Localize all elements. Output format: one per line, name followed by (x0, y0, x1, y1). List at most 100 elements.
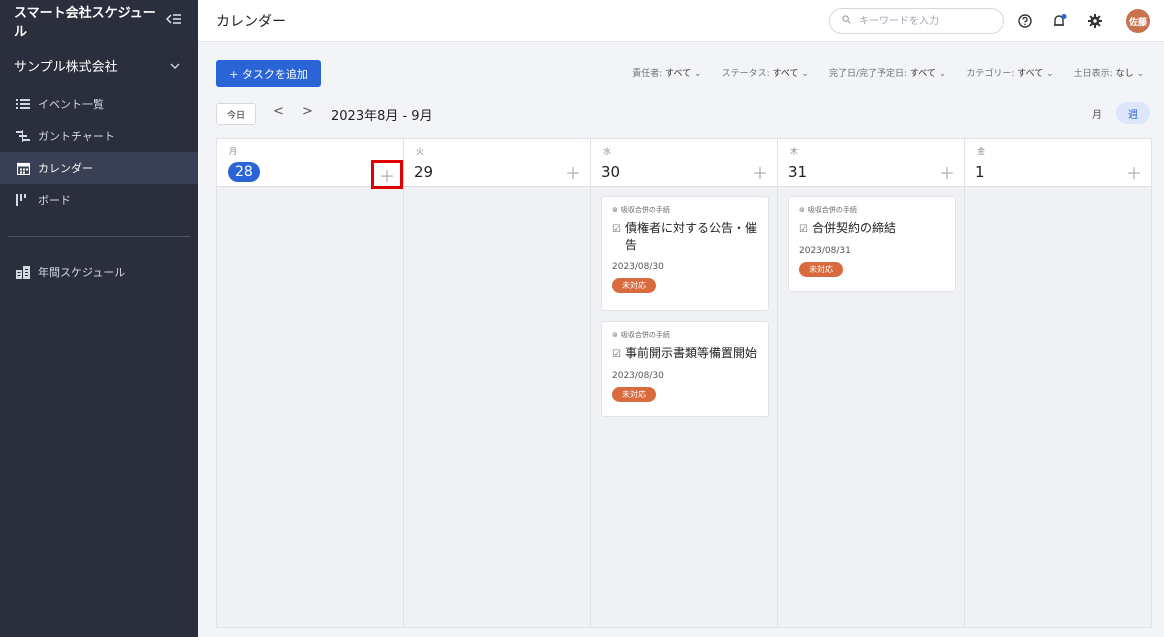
prev-button[interactable]: < (273, 104, 284, 119)
filter-value: すべて (1017, 69, 1044, 79)
app-header: スマート会社スケジュール (0, 0, 198, 42)
board-icon (16, 193, 30, 207)
filter-label: 完了日/完了予定日: (828, 69, 908, 79)
filter-category[interactable]: カテゴリー: すべて ⌄ (966, 66, 1053, 79)
search-box[interactable] (829, 8, 1004, 34)
category-icon: ⊚ (799, 206, 805, 214)
day-number: 30 (601, 163, 621, 181)
status-badge: 未対応 (799, 262, 843, 277)
help-icon[interactable] (1016, 12, 1034, 30)
filter-weekend[interactable]: 土日表示: なし ⌄ (1074, 66, 1144, 79)
sidebar-item-annual-schedule[interactable]: 年間スケジュール (0, 256, 198, 288)
sidebar-item-label: ボード (38, 194, 71, 207)
notification-bell-icon[interactable] (1051, 12, 1069, 30)
card-title: ☑ 合併契約の締結 (799, 220, 945, 238)
filter-value: なし (1115, 69, 1134, 79)
chevron-down-icon (170, 59, 180, 72)
day-number: 29 (414, 163, 434, 181)
avatar[interactable]: 佐藤 (1126, 9, 1150, 33)
event-card[interactable]: ⊚ 吸収合併の手続 ☑ 債権者に対する公告・催告 2023/08/30 未対応 (601, 196, 769, 311)
day-header: 木 31 ＋ (778, 139, 964, 187)
task-check-icon: ☑ (799, 224, 808, 235)
filter-label: 土日表示: (1073, 69, 1113, 79)
day-header: 金 1 ＋ (965, 139, 1151, 187)
annual-schedule-icon (16, 265, 30, 279)
day-number: 1 (975, 163, 985, 181)
calendar-icon (16, 161, 30, 175)
add-event-button[interactable]: ＋ (1125, 163, 1143, 183)
event-card[interactable]: ⊚ 吸収合併の手続 ☑ 合併契約の締結 2023/08/31 未対応 (788, 196, 956, 292)
gantt-icon (16, 129, 30, 143)
card-date: 2023/08/30 (612, 262, 664, 272)
sidebar-item-label: ガントチャート (38, 130, 115, 143)
day-number-today: 28 (228, 162, 260, 182)
add-event-button[interactable]: ＋ (938, 163, 956, 183)
page-title: カレンダー (216, 13, 286, 30)
card-title: ☑ 事前開示書類等備置開始 (612, 345, 758, 363)
sidebar-item-label: カレンダー (38, 162, 93, 175)
category-icon: ⊚ (612, 206, 618, 214)
collapse-left-icon[interactable] (165, 13, 182, 29)
filter-label: カテゴリー: (966, 69, 1015, 79)
sidebar-item-calendar[interactable]: カレンダー (0, 152, 198, 184)
day-of-week: 木 (790, 147, 798, 156)
category-icon: ⊚ (612, 331, 618, 339)
card-title-text: 債権者に対する公告・催告 (624, 221, 757, 252)
filter-due-date[interactable]: 完了日/完了予定日: すべて ⌄ (829, 66, 946, 79)
add-event-button[interactable]: ＋ (751, 163, 769, 183)
card-title-text: 事前開示書類等備置開始 (624, 346, 757, 360)
gear-icon[interactable] (1086, 12, 1104, 30)
view-week-button[interactable]: 週 (1116, 102, 1150, 124)
filter-owner[interactable]: 責任者: すべて ⌄ (632, 66, 701, 79)
day-header: 火 29 ＋ (404, 139, 590, 187)
filter-status[interactable]: ステータス: すべて ⌄ (722, 66, 809, 79)
add-event-button[interactable]: ＋ (371, 160, 403, 189)
filter-label: 責任者: (632, 69, 663, 79)
app-title: スマート会社スケジュール (14, 6, 156, 40)
day-header: 月 28 ＋ (217, 139, 403, 189)
category-label: 吸収合併の手続 (620, 206, 670, 214)
card-title: ☑ 債権者に対する公告・催告 (612, 220, 758, 254)
add-task-button[interactable]: + タスクを追加 (216, 60, 321, 87)
search-input[interactable] (857, 14, 987, 28)
sidebar-item-label: 年間スケジュール (38, 266, 126, 279)
search-icon (842, 15, 851, 27)
day-number: 31 (788, 163, 808, 181)
day-column-wed: 水 30 ＋ ⊚ 吸収合併の手続 ☑ 債権者に対する公告・催告 2023/08/30… (591, 139, 778, 627)
add-event-button[interactable]: ＋ (564, 163, 582, 183)
company-selector[interactable]: サンプル株式会社 (0, 42, 198, 88)
day-header: 水 30 ＋ (591, 139, 777, 187)
category-label: 吸収合併の手続 (620, 331, 670, 339)
day-of-week: 金 (977, 147, 985, 156)
day-column-tue: 火 29 ＋ (404, 139, 591, 627)
today-button[interactable]: 今日 (216, 103, 256, 125)
toolbar: + タスクを追加 責任者: すべて ⌄ ステータス: すべて ⌄ 完了日/完了予… (198, 42, 1164, 132)
sidebar-divider (8, 236, 190, 237)
date-range: 2023年8月 - 9月 (331, 109, 433, 124)
category-label: 吸収合併の手続 (807, 206, 857, 214)
next-button[interactable]: > (302, 104, 313, 119)
filter-value: すべて (909, 69, 936, 79)
sidebar-item-board[interactable]: ボード (0, 184, 198, 216)
sidebar-item-event-list[interactable]: イベント一覧 (0, 88, 198, 120)
sidebar-nav: イベント一覧 ガントチャート カレンダー ボード 年間スケジュール (0, 88, 198, 288)
day-of-week: 月 (229, 147, 237, 156)
filter-bar: 責任者: すべて ⌄ ステータス: すべて ⌄ 完了日/完了予定日: すべて ⌄… (632, 66, 1144, 79)
top-header: カレンダー 佐藤 (198, 0, 1164, 42)
card-date: 2023/08/30 (612, 371, 664, 381)
card-date: 2023/08/31 (799, 246, 851, 256)
card-title-text: 合併契約の締結 (811, 221, 896, 235)
task-check-icon: ☑ (612, 349, 621, 360)
card-category: ⊚ 吸収合併の手続 (612, 205, 758, 215)
event-card[interactable]: ⊚ 吸収合併の手続 ☑ 事前開示書類等備置開始 2023/08/30 未対応 (601, 321, 769, 417)
task-check-icon: ☑ (612, 224, 621, 235)
sidebar-item-gantt[interactable]: ガントチャート (0, 120, 198, 152)
day-column-mon: 月 28 ＋ (217, 139, 404, 627)
day-of-week: 火 (416, 147, 424, 156)
sidebar: スマート会社スケジュール サンプル株式会社 イベント一覧 ガントチャート カレン… (0, 0, 198, 637)
week-calendar: 月 28 ＋ 火 29 ＋ 水 30 ＋ ⊚ 吸収合併の手続 ☑ 債権者に対する公告… (216, 138, 1152, 628)
day-of-week: 水 (603, 147, 611, 156)
view-month-button[interactable]: 月 (1092, 106, 1102, 121)
card-category: ⊚ 吸収合併の手続 (612, 330, 758, 340)
status-badge: 未対応 (612, 387, 656, 402)
